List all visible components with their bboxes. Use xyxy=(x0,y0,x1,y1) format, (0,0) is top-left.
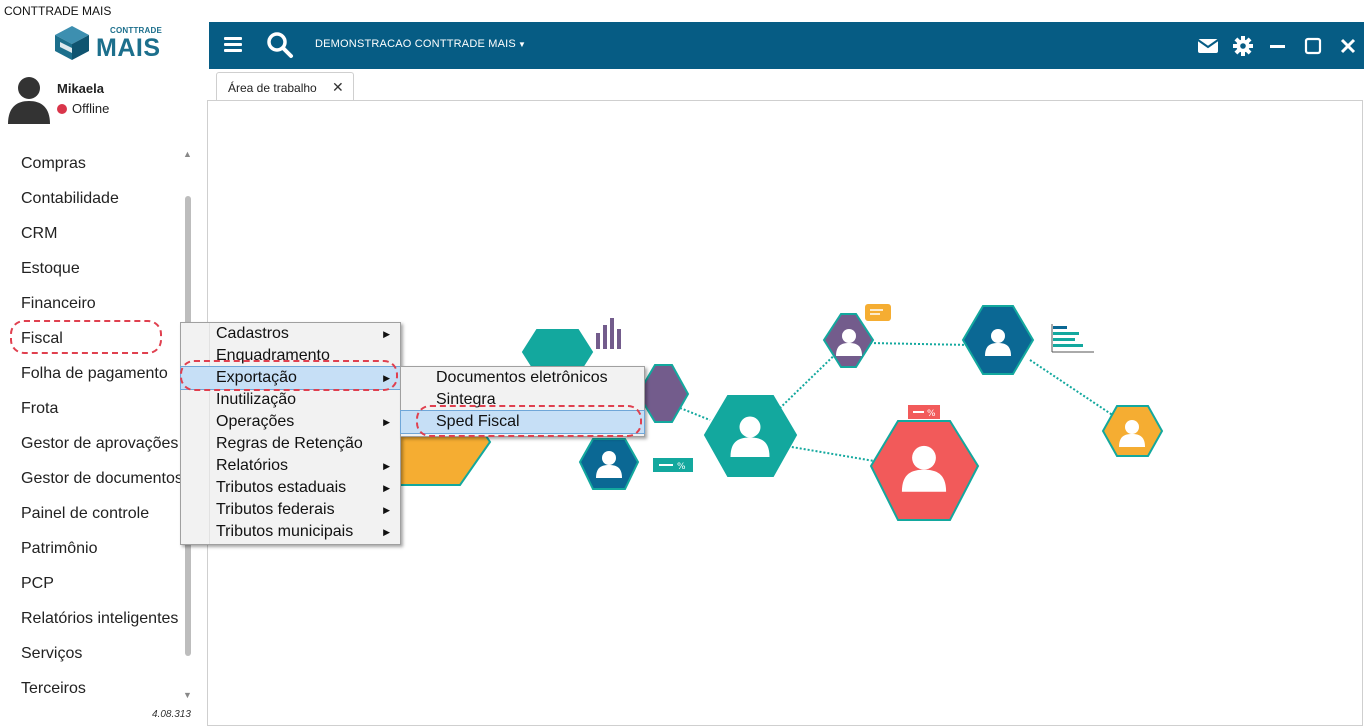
menu-item-operacoes[interactable]: Operações ▶ xyxy=(181,411,400,433)
menu-item-enquadramento[interactable]: Enquadramento xyxy=(181,345,400,367)
tab-close-icon[interactable]: ✕ xyxy=(332,79,344,96)
sidebar-item-estoque[interactable]: Estoque xyxy=(0,251,185,286)
svg-text:%: % xyxy=(677,462,686,472)
sidebar-item-folha-de-pagamento[interactable]: Folha de pagamento xyxy=(0,356,185,391)
menu-item-label: Inutilização xyxy=(216,391,297,408)
close-icon[interactable] xyxy=(1337,35,1359,57)
percent-badge-red-icon: % xyxy=(908,405,940,419)
menu-item-label: Tributos municipais xyxy=(216,523,354,540)
menu-item-label: Cadastros xyxy=(216,325,289,342)
top-bar: DEMONSTRACAO CONTTRADE MAIS ▼ xyxy=(209,22,1364,69)
submenu-arrow-icon: ▶ xyxy=(383,329,390,339)
submenu-arrow-icon: ▶ xyxy=(383,527,390,537)
menu-item-label: Sped Fiscal xyxy=(436,413,520,430)
sidebar-item-pcp[interactable]: PCP xyxy=(0,566,185,601)
minimize-icon[interactable] xyxy=(1267,35,1289,57)
sidebar-item-contabilidade[interactable]: Contabilidade xyxy=(0,181,185,216)
menu-item-cadastros[interactable]: Cadastros ▶ xyxy=(181,323,400,345)
sidebar-item-relatorios-inteligentes[interactable]: Relatórios inteligentes xyxy=(0,601,185,636)
sidebar-item-financeiro[interactable]: Financeiro xyxy=(0,286,185,321)
menu-item-tributos-federais[interactable]: Tributos federais ▶ xyxy=(181,499,400,521)
menu-item-regras-de-retencao[interactable]: Regras de Retenção xyxy=(181,433,400,455)
mini-chart-icon xyxy=(596,318,621,349)
exportacao-context-menu: Documentos eletrônicos Sintegra Sped Fis… xyxy=(400,366,645,437)
status-dot-icon xyxy=(57,103,67,114)
tab-strip: Área de trabalho ✕ xyxy=(209,69,1364,101)
chevron-down-icon: ▼ xyxy=(517,40,527,49)
hex-red-large xyxy=(869,420,980,521)
menu-item-label: Sintegra xyxy=(436,391,496,408)
tab-label: Área de trabalho xyxy=(228,81,317,95)
scroll-up-icon[interactable]: ▲ xyxy=(183,149,192,159)
version-label: 4.08.313 xyxy=(152,709,191,720)
menu-item-label: Relatórios xyxy=(216,457,289,474)
submenu-arrow-icon: ▶ xyxy=(383,417,390,427)
mail-icon[interactable] xyxy=(1197,35,1219,57)
hex-orange-right xyxy=(1101,405,1164,457)
menu-item-exportacao[interactable]: Exportação ▶ xyxy=(180,366,401,390)
hex-teal-center xyxy=(703,395,798,477)
status-label: Offline xyxy=(72,101,110,116)
search-icon[interactable] xyxy=(266,31,294,59)
bar-badge-icon xyxy=(1051,324,1094,353)
user-name: Mikaela xyxy=(57,81,104,96)
menu-item-tributos-municipais[interactable]: Tributos municipais ▶ xyxy=(181,521,400,543)
user-status: Offline xyxy=(57,101,109,116)
menu-item-label: Tributos estaduais xyxy=(216,479,347,496)
brand-logo: CONTTRADE MAIS xyxy=(52,24,172,64)
submenu-arrow-icon: ▶ xyxy=(383,505,390,515)
hex-blue-top xyxy=(961,305,1035,375)
sidebar-item-compras[interactable]: Compras xyxy=(0,146,185,181)
scroll-down-icon[interactable]: ▼ xyxy=(183,690,192,700)
tab-area-de-trabalho[interactable]: Área de trabalho ✕ xyxy=(216,72,354,101)
hex-blue-small xyxy=(578,438,640,490)
chat-badge-icon xyxy=(865,304,891,321)
hex-purple-top xyxy=(822,313,875,368)
menu-item-label: Regras de Retenção xyxy=(216,435,363,452)
hex-purple-mid xyxy=(636,364,690,423)
submenu-arrow-icon: ▶ xyxy=(383,373,390,383)
percent-badge-teal-icon: % xyxy=(653,458,693,472)
submenu-arrow-icon: ▶ xyxy=(383,483,390,493)
company-selector[interactable]: DEMONSTRACAO CONTTRADE MAIS ▼ xyxy=(315,38,526,50)
menu-item-tributos-estaduais[interactable]: Tributos estaduais ▶ xyxy=(181,477,400,499)
company-name: DEMONSTRACAO CONTTRADE MAIS xyxy=(315,38,516,50)
menu-item-sintegra[interactable]: Sintegra xyxy=(401,389,644,411)
menu-item-relatorios[interactable]: Relatórios ▶ xyxy=(181,455,400,477)
sidebar-item-frota[interactable]: Frota xyxy=(0,391,185,426)
sidebar-item-gestor-de-aprovacoes[interactable]: Gestor de aprovações xyxy=(0,426,185,461)
menu-item-sped-fiscal[interactable]: Sped Fiscal xyxy=(400,410,645,434)
sidebar-item-crm[interactable]: CRM xyxy=(0,216,185,251)
sidebar-menu: Compras Contabilidade CRM Estoque Financ… xyxy=(0,146,185,706)
sidebar-item-patrimonio[interactable]: Patrimônio xyxy=(0,531,185,566)
menu-icon[interactable] xyxy=(224,37,242,53)
svg-text:%: % xyxy=(927,409,936,419)
menu-item-inutilizacao[interactable]: Inutilização xyxy=(181,389,400,411)
window-title: CONTTRADE MAIS xyxy=(4,4,112,18)
menu-item-label: Tributos federais xyxy=(216,501,335,518)
sidebar-item-gestor-de-documentos[interactable]: Gestor de documentos xyxy=(0,461,185,496)
maximize-icon[interactable] xyxy=(1302,35,1324,57)
sidebar-item-servicos[interactable]: Serviços xyxy=(0,636,185,671)
gear-icon[interactable] xyxy=(1232,35,1254,57)
submenu-arrow-icon: ▶ xyxy=(383,461,390,471)
menu-item-label: Documentos eletrônicos xyxy=(436,369,608,386)
menu-item-label: Enquadramento xyxy=(216,347,330,364)
avatar[interactable] xyxy=(8,74,50,124)
menu-item-documentos-eletronicos[interactable]: Documentos eletrônicos xyxy=(401,367,644,389)
sidebar-item-painel-de-controle[interactable]: Painel de controle xyxy=(0,496,185,531)
logo-cube-icon xyxy=(55,26,89,60)
menu-item-label: Exportação xyxy=(216,369,297,386)
sidebar-item-fiscal[interactable]: Fiscal xyxy=(0,321,185,356)
sidebar-item-terceiros[interactable]: Terceiros xyxy=(0,671,185,706)
menu-item-label: Operações xyxy=(216,413,295,430)
brand-big: MAIS xyxy=(96,34,161,62)
fiscal-context-menu: Cadastros ▶ Enquadramento Exportação ▶ Inu… xyxy=(180,322,401,545)
